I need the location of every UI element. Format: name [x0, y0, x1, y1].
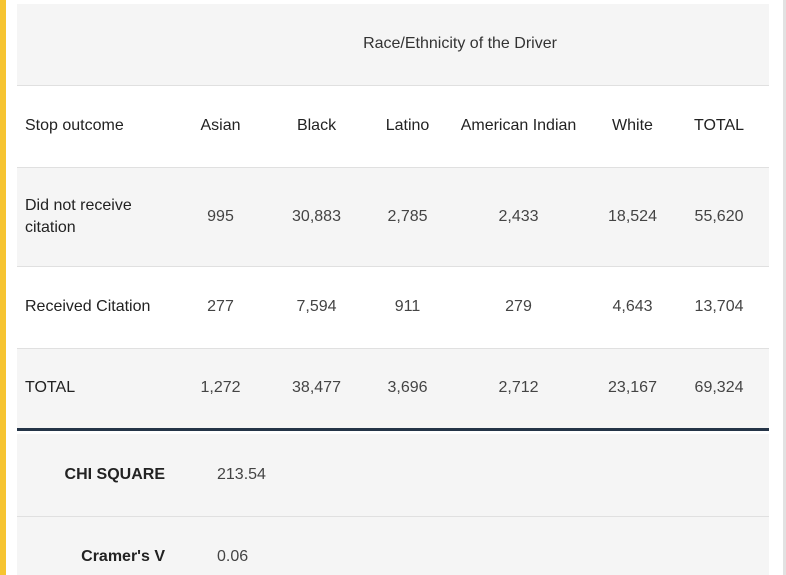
table-cell: 2,433 [441, 167, 596, 267]
column-header: American Indian [441, 85, 596, 168]
table-cell: 3,696 [374, 348, 441, 431]
table-row: Did not receive citation 995 30,883 2,78… [17, 167, 770, 267]
cramers-v-value: 0.06 [217, 548, 249, 565]
table-cell: 2,785 [374, 167, 441, 267]
table-cell: 69,324 [669, 348, 770, 431]
cramers-v-row: Cramer's V 0.06 [17, 517, 769, 575]
page: Race/Ethnicity of the Driver Stop outcom… [0, 0, 786, 575]
table-cell: 1,272 [182, 348, 259, 431]
table-cell: 995 [182, 167, 259, 267]
header-row: Stop outcome Asian Black Latino American… [17, 85, 770, 168]
total-row: TOTAL 1,272 38,477 3,696 2,712 23,167 69… [17, 348, 770, 431]
title-row: Race/Ethnicity of the Driver [17, 4, 770, 86]
table-cell: 23,167 [596, 348, 669, 431]
table-cell: 7,594 [259, 266, 374, 349]
table-cell: 30,883 [259, 167, 374, 267]
table-cell: 279 [441, 266, 596, 349]
table-cell: 911 [374, 266, 441, 349]
table-cell: 13,704 [669, 266, 770, 349]
cramers-v-label: Cramer's V [81, 548, 165, 565]
column-header: TOTAL [669, 85, 770, 168]
column-header: Latino [374, 85, 441, 168]
column-header: Black [259, 85, 374, 168]
chi-square-value: 213.54 [217, 466, 266, 483]
row-label: Received Citation [17, 266, 182, 349]
row-label: Did not receive citation [17, 167, 182, 267]
table-cell: 55,620 [669, 167, 770, 267]
table-row: Received Citation 277 7,594 911 279 4,64… [17, 266, 770, 349]
table-cell: 4,643 [596, 266, 669, 349]
row-label: TOTAL [17, 348, 182, 431]
crosstab-table: Race/Ethnicity of the Driver Stop outcom… [17, 4, 770, 431]
row-header-label: Stop outcome [17, 85, 182, 168]
table-cell: 2,712 [441, 348, 596, 431]
accent-bar [0, 0, 6, 575]
chi-square-row: CHI SQUARE 213.54 [17, 434, 769, 517]
chi-square-label: CHI SQUARE [64, 466, 165, 483]
table-cell: 38,477 [259, 348, 374, 431]
table-title: Race/Ethnicity of the Driver [17, 4, 770, 86]
column-header: Asian [182, 85, 259, 168]
table-cell: 277 [182, 266, 259, 349]
table-cell: 18,524 [596, 167, 669, 267]
column-header: White [596, 85, 669, 168]
statistics-panel: CHI SQUARE 213.54 Cramer's V 0.06 [17, 434, 769, 575]
